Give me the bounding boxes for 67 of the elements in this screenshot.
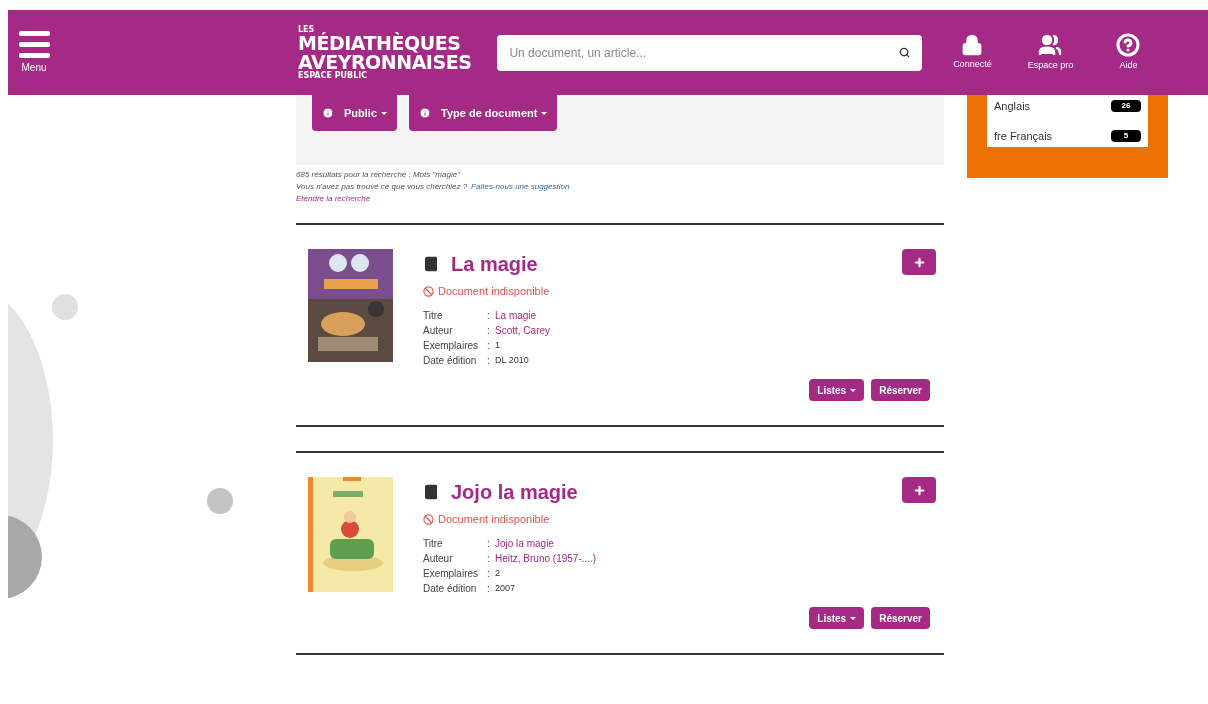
- facet-label[interactable]: Anglais: [994, 97, 1031, 114]
- users-icon: [1038, 32, 1063, 57]
- nav-link[interactable]: Espace pro: [1020, 32, 1081, 73]
- field-label: Date édition: [423, 353, 478, 368]
- info-icon: [322, 107, 334, 119]
- filter-dropdown-button[interactable]: Public: [312, 95, 397, 131]
- caret-icon: [850, 616, 857, 620]
- field-separator: :: [487, 338, 491, 353]
- plus-icon: [912, 255, 926, 269]
- caret-icon: [850, 388, 857, 392]
- availability-status: Document indisponible: [438, 512, 550, 527]
- site-logo[interactable]: LES MÉDIATHÈQUES AVEYRONNAISES ESPACE PUBLIC: [298, 25, 472, 80]
- add-button[interactable]: [902, 249, 936, 275]
- menu-icon: [18, 30, 50, 58]
- availability-status: Document indisponible: [438, 284, 550, 299]
- plus-icon: [912, 483, 926, 497]
- caret-icon: [541, 112, 548, 116]
- field-separator: :: [487, 308, 491, 323]
- book-icon: [423, 484, 439, 500]
- facet-count: 5: [1111, 130, 1141, 143]
- add-button[interactable]: [902, 477, 936, 503]
- suggestion-question: Vous n'avez pas trouvé ce que vous cherchiez ?: [296, 181, 468, 193]
- extend-search-link[interactable]: Etendre la recherche: [296, 193, 371, 205]
- field-label: Date édition: [423, 581, 478, 596]
- lock-icon: [961, 33, 984, 56]
- field-label: Titre: [423, 308, 444, 323]
- field-separator: :: [487, 323, 491, 338]
- book-icon: [423, 256, 439, 272]
- suggestion-link[interactable]: Faites-nous une suggestion: [471, 181, 570, 193]
- filter-dropdown-button[interactable]: Type de document: [409, 95, 558, 131]
- info-icon: [419, 107, 431, 119]
- help-icon: [1116, 32, 1141, 57]
- field-separator: :: [487, 566, 491, 581]
- unavailable-icon: [423, 513, 434, 525]
- reserve-button[interactable]: Réserver: [871, 379, 930, 401]
- field-separator: :: [487, 536, 491, 551]
- field-label: Titre: [423, 536, 444, 551]
- field-separator: :: [487, 581, 491, 596]
- field-value: 2007: [495, 581, 517, 595]
- field-separator: :: [487, 551, 491, 566]
- field-label: Auteur: [423, 323, 454, 338]
- field-label: Exemplaires: [423, 566, 480, 581]
- lists-dropdown-button[interactable]: Listes: [809, 379, 865, 401]
- search-field[interactable]: Un document, un article...: [497, 34, 923, 71]
- unavailable-icon: [423, 285, 434, 297]
- caret-icon: [381, 112, 387, 116]
- field-link[interactable]: La magie: [495, 307, 810, 323]
- field-link[interactable]: Heitz, Bruno (1957-....): [495, 550, 810, 566]
- field-link[interactable]: Scott, Carey: [495, 322, 810, 338]
- results-count: 685 résultats pour la recherche : Mots "magie": [296, 169, 462, 181]
- result-title[interactable]: La magie: [451, 249, 538, 279]
- menu-button[interactable]: Menu: [8, 22, 60, 83]
- result-title[interactable]: Jojo la magie: [451, 477, 578, 507]
- search-icon[interactable]: [899, 46, 911, 58]
- field-value: 2: [495, 566, 501, 580]
- nav-link[interactable]: Connecté: [942, 33, 1003, 72]
- facet-count: 26: [1111, 99, 1141, 112]
- field-value: DL 2010: [495, 353, 530, 367]
- field-label: Exemplaires: [423, 338, 480, 353]
- field-separator: :: [487, 353, 491, 368]
- reserve-button[interactable]: Réserver: [871, 607, 930, 629]
- field-link[interactable]: Jojo la magie: [495, 535, 810, 551]
- field-label: Auteur: [423, 551, 454, 566]
- lists-dropdown-button[interactable]: Listes: [809, 607, 865, 629]
- field-value: 1: [495, 338, 501, 352]
- nav-link[interactable]: Aide: [1098, 32, 1159, 73]
- facet-label[interactable]: fre Français: [994, 128, 1053, 145]
